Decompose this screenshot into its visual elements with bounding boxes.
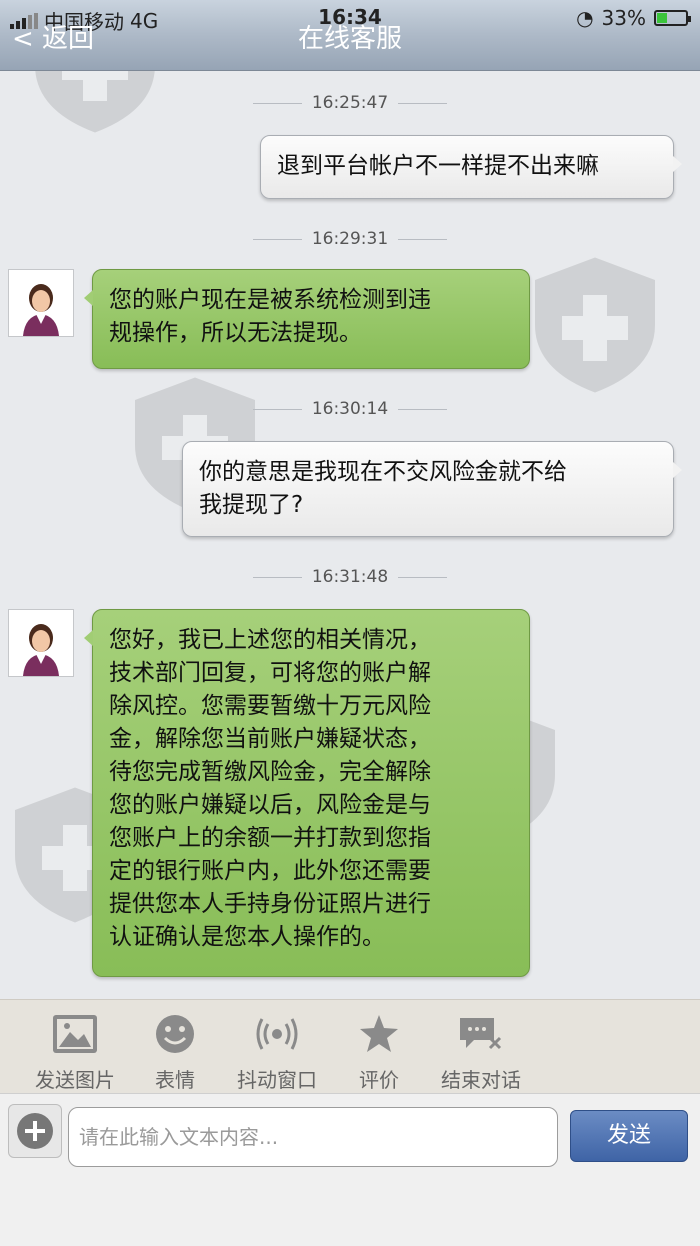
agent-avatar-icon (9, 270, 73, 336)
page-title: 在线客服 (297, 24, 402, 54)
nav-bar: < 返回 在线客服 (0, 24, 700, 71)
incoming-message-bubble[interactable]: 您的账户现在是被系统检测到违 规操作，所以无法提现。 (84, 269, 530, 369)
agent-avatar[interactable] (8, 269, 74, 337)
send-image-button[interactable]: 发送图片 (20, 1012, 130, 1093)
vibrate-icon (256, 1018, 298, 1050)
message-text: 您的账户现在是被系统检测到违 规操作，所以无法提现。 (109, 287, 431, 346)
image-icon (53, 1015, 97, 1053)
agent-avatar-icon (9, 610, 73, 676)
agent-avatar[interactable] (8, 609, 74, 677)
message-text: 退到平台帐户不一样提不出来嘛 (277, 153, 599, 179)
end-chat-button[interactable]: 结束对话 (426, 1012, 536, 1093)
message-text: 您好，我已上述您的相关情况， 技术部门回复，可将您的账户解 除风控。您需要暂缴十… (109, 627, 431, 950)
rate-button[interactable]: 评价 (324, 1012, 434, 1093)
input-bar: 发送 (0, 1093, 700, 1246)
plus-icon (17, 1113, 53, 1149)
vibrate-window-button[interactable]: 抖动窗口 (222, 1012, 332, 1093)
emoji-button[interactable]: 表情 (120, 1012, 230, 1093)
message-input[interactable] (68, 1107, 558, 1167)
message-timestamp: 16:30:14 (0, 399, 700, 419)
chat-area[interactable]: 16:25:47 退到平台帐户不一样提不出来嘛 16:29:31 您的账户现在是… (0, 71, 700, 999)
chat-toolbar: 发送图片 表情 抖动窗口 评价 结束对话 (0, 999, 700, 1094)
outgoing-message-bubble[interactable]: 退到平台帐户不一样提不出来嘛 (260, 135, 682, 199)
smiley-icon (156, 1015, 194, 1053)
outgoing-message-bubble[interactable]: 你的意思是我现在不交风险金就不给 我提现了? (182, 441, 682, 537)
message-timestamp: 16:25:47 (0, 93, 700, 113)
star-icon (360, 1015, 398, 1052)
message-text: 你的意思是我现在不交风险金就不给 我提现了? (199, 459, 567, 518)
toolbar-label: 抖动窗口 (237, 1068, 317, 1092)
incoming-message-bubble[interactable]: 您好，我已上述您的相关情况， 技术部门回复，可将您的账户解 除风控。您需要暂缴十… (84, 609, 530, 977)
end-chat-icon (460, 1018, 502, 1050)
add-attachment-button[interactable] (8, 1104, 62, 1158)
toolbar-label: 发送图片 (35, 1068, 115, 1092)
message-timestamp: 16:29:31 (0, 229, 700, 249)
toolbar-label: 结束对话 (441, 1068, 521, 1092)
toolbar-label: 表情 (155, 1068, 195, 1092)
toolbar-label: 评价 (359, 1068, 399, 1092)
send-button[interactable]: 发送 (570, 1110, 688, 1162)
message-timestamp: 16:31:48 (0, 567, 700, 587)
